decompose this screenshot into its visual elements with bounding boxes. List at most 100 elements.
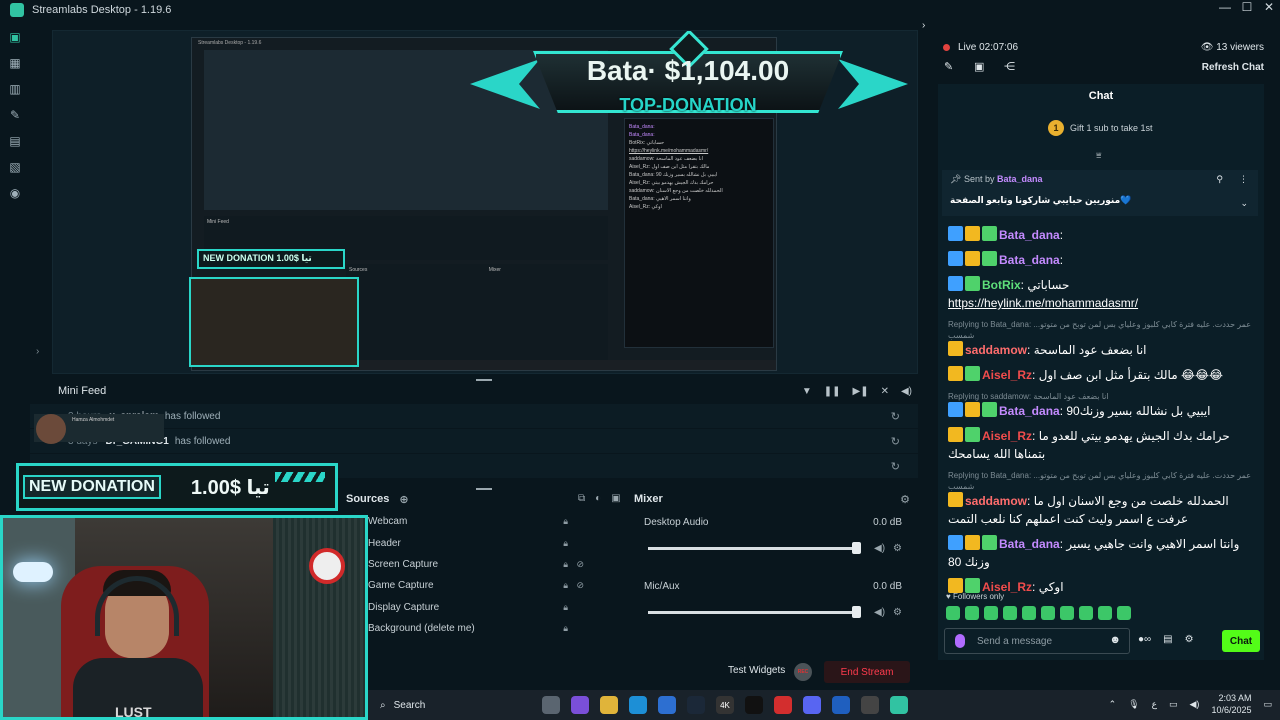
gift-sub-banner[interactable]: 1 Gift 1 sub to take 1st bbox=[1048, 120, 1153, 136]
emote-icon[interactable] bbox=[1041, 606, 1055, 620]
chat-message[interactable]: Aisel_Rz: مالك بتقرأ مثل ابن صف اول 😂😂😂 bbox=[948, 366, 1260, 384]
4k-app-icon[interactable]: 4K bbox=[716, 696, 734, 714]
chat-username[interactable]: Bata_dana bbox=[999, 253, 1060, 267]
apps-icon[interactable]: ▧ bbox=[0, 154, 30, 180]
hidden-eye-icon[interactable]: ⊘ bbox=[576, 580, 584, 591]
chat-username[interactable]: Bata_dana bbox=[999, 228, 1060, 242]
library-icon[interactable]: ▥ bbox=[0, 76, 30, 102]
volume-slider-knob[interactable] bbox=[852, 606, 861, 618]
file-explorer-icon[interactable] bbox=[600, 696, 618, 714]
volume-icon[interactable]: ◀) bbox=[901, 386, 912, 397]
chat-message[interactable]: Bata_dana: وانتا اسمر الاهيي وانت جاهيي … bbox=[948, 535, 1260, 571]
chat-settings-gear-icon[interactable]: ⚙ bbox=[1185, 634, 1194, 645]
add-source-icon[interactable]: ⊕ bbox=[399, 493, 408, 506]
record-button[interactable]: REC bbox=[794, 663, 812, 681]
tray-mic-icon[interactable]: 🎙︎ bbox=[1128, 699, 1139, 710]
opera-icon[interactable] bbox=[774, 696, 792, 714]
collapse-chat-chevron-icon[interactable]: › bbox=[922, 20, 925, 31]
source-item[interactable]: Header 🔒︎ bbox=[368, 532, 620, 553]
source-item[interactable]: Display Capture 🔒︎ bbox=[368, 597, 620, 618]
source-item[interactable]: Game Capture 🔒︎ ⊘ bbox=[368, 575, 620, 596]
language-indicator[interactable]: ع bbox=[1152, 699, 1157, 710]
mute-icon[interactable]: ✕ bbox=[881, 386, 889, 397]
lock-icon[interactable]: 🔒︎ bbox=[563, 516, 568, 527]
emote-icon[interactable] bbox=[946, 606, 960, 620]
emote-icon[interactable] bbox=[984, 606, 998, 620]
chat-username[interactable]: Bata_dana bbox=[999, 537, 1060, 551]
copilot-icon[interactable] bbox=[571, 696, 589, 714]
source-item[interactable]: Screen Capture 🔒︎ ⊘ bbox=[368, 554, 620, 575]
chat-link[interactable]: https://heylink.me/mohammadasmr/ bbox=[948, 294, 1260, 312]
speaker-icon[interactable]: ◀) bbox=[874, 607, 885, 618]
unpin-icon[interactable]: ⚲ bbox=[1216, 174, 1223, 185]
lock-icon[interactable]: 🔒︎ bbox=[563, 538, 568, 549]
volume-slider[interactable] bbox=[648, 547, 858, 550]
test-widgets-button[interactable]: Test Widgets bbox=[728, 665, 785, 676]
network-icon[interactable]: ▭ bbox=[1169, 699, 1178, 710]
chat-message[interactable]: Aisel_Rz: حرامك بدك الجيش يهدمو بيتي للع… bbox=[948, 427, 1260, 463]
clock[interactable]: 2:03 AM 10/6/2025 bbox=[1211, 692, 1251, 716]
filter-icon[interactable]: ▼ bbox=[802, 386, 812, 397]
repeat-alert-icon[interactable]: ↻ bbox=[891, 460, 900, 473]
lock-icon[interactable]: 🔒︎ bbox=[563, 623, 568, 634]
emote-icon[interactable] bbox=[1003, 606, 1017, 620]
emote-icon[interactable] bbox=[1022, 606, 1036, 620]
media-icon[interactable]: ◉ bbox=[0, 180, 30, 206]
store-icon[interactable]: ▤ bbox=[1163, 634, 1172, 645]
minimize-button[interactable]: — bbox=[1214, 0, 1236, 14]
chat-message[interactable]: Replying to Bata_dana: ...عمر حددت. عليه… bbox=[948, 470, 1260, 528]
taskbar-search[interactable]: ⌕ Search bbox=[380, 700, 520, 711]
chat-message[interactable]: Bata_dana: bbox=[948, 251, 1260, 269]
chat-username[interactable]: Aisel_Rz bbox=[982, 429, 1032, 443]
tiktok-icon[interactable] bbox=[745, 696, 763, 714]
chat-username[interactable]: Bata_dana bbox=[999, 404, 1060, 418]
edit-icon[interactable]: ✎ bbox=[944, 60, 953, 73]
lock-icon[interactable]: 🔒︎ bbox=[563, 580, 568, 591]
mixer-settings-gear-icon[interactable]: ⚙ bbox=[900, 493, 910, 506]
lock-icon[interactable]: 🔒︎ bbox=[563, 559, 568, 570]
maximize-button[interactable]: ☐ bbox=[1236, 0, 1258, 14]
repeat-alert-icon[interactable]: ↻ bbox=[891, 435, 900, 448]
send-chat-button[interactable]: Chat bbox=[1222, 630, 1260, 652]
chat-username[interactable]: Aisel_Rz bbox=[982, 368, 1032, 382]
streamlabs-taskbar-icon[interactable] bbox=[890, 696, 908, 714]
mic-icon[interactable] bbox=[955, 634, 965, 648]
chat-message[interactable]: Replying to Bata_dana: ...عمر حددت. عليه… bbox=[948, 319, 1260, 359]
pause-icon[interactable]: ❚❚ bbox=[824, 386, 841, 397]
expand-chevron-icon[interactable]: ⌄ bbox=[1240, 198, 1248, 209]
chat-message[interactable]: BotRix: حساباتي https://heylink.me/mohamm… bbox=[948, 276, 1260, 312]
security-icon[interactable] bbox=[832, 696, 850, 714]
emote-icon[interactable] bbox=[1079, 606, 1093, 620]
share-icon[interactable]: ⋲ bbox=[1004, 60, 1015, 73]
chat-username[interactable]: saddamow bbox=[965, 343, 1027, 357]
collapse-left-chevron-icon[interactable]: › bbox=[36, 346, 39, 357]
volume-slider[interactable] bbox=[648, 611, 858, 614]
layouts-icon[interactable]: ▦ bbox=[0, 50, 30, 76]
end-stream-button[interactable]: End Stream bbox=[824, 661, 910, 683]
mixer-toggle-icon[interactable]: ▣ bbox=[611, 493, 620, 504]
store-icon[interactable]: ▤ bbox=[0, 128, 30, 154]
chat-username[interactable]: saddamow bbox=[965, 494, 1027, 508]
tray-chevron-icon[interactable]: ⌃ bbox=[1109, 699, 1117, 710]
volume-slider-knob[interactable] bbox=[852, 542, 861, 554]
emote-icon[interactable] bbox=[965, 606, 979, 620]
skip-icon[interactable]: ▶❚ bbox=[853, 386, 869, 397]
visibility-icon[interactable]: ◐ bbox=[595, 493, 601, 504]
lock-icon[interactable]: 🔒︎ bbox=[563, 602, 568, 613]
edge-icon[interactable] bbox=[629, 696, 647, 714]
more-icon[interactable]: ⋮ bbox=[1239, 174, 1248, 185]
emote-icon[interactable] bbox=[1098, 606, 1112, 620]
points-icon[interactable]: ●∞ bbox=[1138, 634, 1151, 645]
chat-message[interactable]: Replying to saddamow: انا بضعف عود الماس… bbox=[948, 391, 1260, 420]
emote-icon[interactable] bbox=[1117, 606, 1131, 620]
stream-preview[interactable]: Streamlabs Desktop - 1.19.6 Bata_dana: B… bbox=[52, 30, 918, 374]
notifications-icon[interactable]: ▭ bbox=[1263, 699, 1272, 710]
editor-icon[interactable]: ▣ bbox=[0, 24, 30, 50]
pinned-toggle-icon[interactable]: ⩸ bbox=[1096, 150, 1101, 161]
chat-message[interactable]: Bata_dana: bbox=[948, 226, 1260, 244]
chat-username[interactable]: BotRix bbox=[982, 278, 1021, 292]
repeat-alert-icon[interactable]: ↻ bbox=[891, 410, 900, 423]
speaker-icon[interactable]: ◀) bbox=[874, 543, 885, 554]
task-view-icon[interactable] bbox=[542, 696, 560, 714]
themes-icon[interactable]: ✎ bbox=[0, 102, 30, 128]
